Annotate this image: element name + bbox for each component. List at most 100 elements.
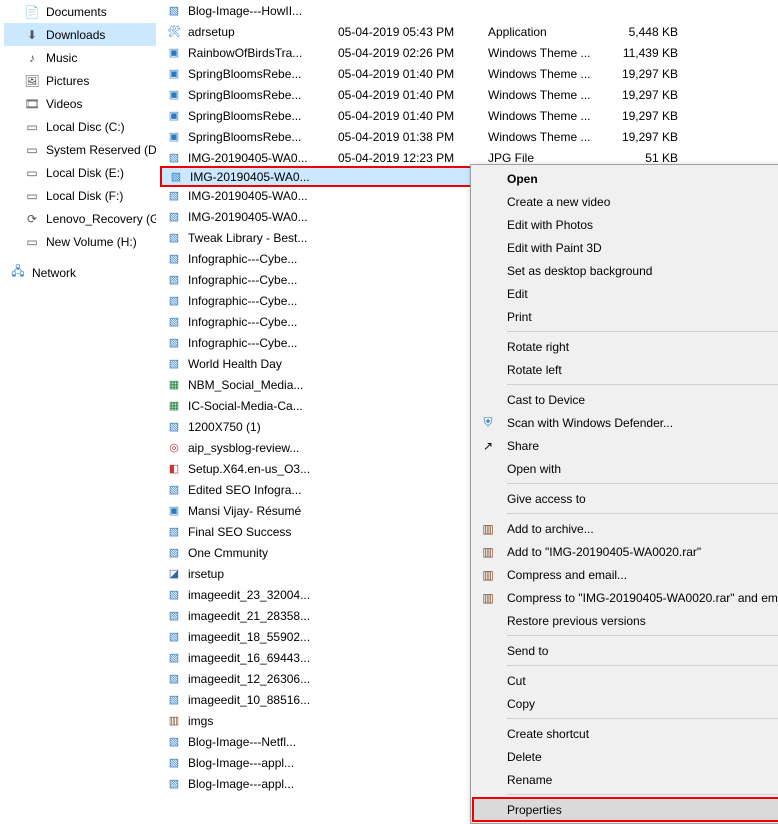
menu-item-compress-and-email-[interactable]: ▥Compress and email... [473,563,778,586]
menu-item-delete[interactable]: Delete [473,745,778,768]
file-icon: ▧ [166,188,182,204]
menu-label: Compress to "IMG-20190405-WA0020.rar" an… [507,591,778,605]
file-row[interactable]: ▣SpringBloomsRebe...05-04-2019 01:40 PMW… [160,63,778,84]
menu-label: Edit with Photos [507,218,593,232]
menu-label: Create a new video [507,195,610,209]
file-size: 19,297 KB [618,130,678,144]
drive-icon: ▭ [24,165,40,181]
file-name: SpringBloomsRebe... [188,109,338,123]
menu-label: Rotate right [507,340,569,354]
sidebar-label: System Reserved (D [46,143,156,157]
menu-item-edit-with-paint-3d[interactable]: Edit with Paint 3D [473,236,778,259]
menu-item-compress-to-img-20190405-wa002[interactable]: ▥Compress to "IMG-20190405-WA0020.rar" a… [473,586,778,609]
file-icon: ▧ [166,209,182,225]
file-name: Infographic---Cybe... [188,294,338,308]
menu-item-open[interactable]: Open [473,167,778,190]
menu-item-add-to-img-20190405-wa0020-rar[interactable]: ▥Add to "IMG-20190405-WA0020.rar" [473,540,778,563]
file-name: Tweak Library - Best... [188,231,338,245]
file-name: Edited SEO Infogra... [188,483,338,497]
menu-item-edit[interactable]: Edit [473,282,778,305]
menu-item-create-a-new-video[interactable]: Create a new video [473,190,778,213]
sidebar-item-videos[interactable]: 🎞Videos [4,92,156,115]
file-icon: ◎ [166,440,182,456]
menu-icon: ▥ [479,543,497,561]
menu-item-print[interactable]: Print [473,305,778,328]
sidebar-item-pictures[interactable]: 🖼 Pictures [4,69,156,92]
menu-icon: ↗ [479,437,497,455]
menu-label: Cut [507,674,526,688]
file-name: World Health Day [188,357,338,371]
menu-separator [507,635,778,636]
menu-item-send-to[interactable]: Send to▶ [473,639,778,662]
menu-item-give-access-to[interactable]: Give access to▶ [473,487,778,510]
file-icon: ▧ [166,150,182,166]
menu-separator [507,483,778,484]
menu-item-properties[interactable]: Properties [473,798,778,821]
file-row[interactable]: ▣SpringBloomsRebe...05-04-2019 01:40 PMW… [160,105,778,126]
drive-icon: 📄 [24,4,40,20]
menu-item-restore-previous-versions[interactable]: Restore previous versions [473,609,778,632]
drive-icon: ⟳ [24,211,40,227]
sidebar-label: Pictures [46,74,89,88]
file-name: SpringBloomsRebe... [188,67,338,81]
sidebar-item-network[interactable]: 🖧Network [4,261,156,284]
menu-label: Cast to Device [507,393,585,407]
sidebar-item-music[interactable]: ♪Music [4,46,156,69]
menu-item-rotate-right[interactable]: Rotate right [473,335,778,358]
file-icon: ▧ [166,314,182,330]
menu-separator [507,513,778,514]
menu-item-open-with[interactable]: Open with▶ [473,457,778,480]
menu-item-copy[interactable]: Copy [473,692,778,715]
file-icon: ▧ [166,230,182,246]
menu-label: Rename [507,773,552,787]
file-icon: ◪ [166,566,182,582]
sidebar-item-documents[interactable]: 📄Documents [4,0,156,23]
menu-item-create-shortcut[interactable]: Create shortcut [473,722,778,745]
menu-item-rename[interactable]: Rename [473,768,778,791]
sidebar-item-local-disc-c-[interactable]: ▭ Local Disc (C:) [4,115,156,138]
file-date: 05-04-2019 01:40 PM [338,67,488,81]
file-type: Windows Theme ... [488,46,618,60]
sidebar-item-system-reserved-d[interactable]: ▭ System Reserved (D [4,138,156,161]
menu-label: Scan with Windows Defender... [507,416,673,430]
file-icon: ▦ [166,398,182,414]
sidebar-item-local-disk-f-[interactable]: ▭Local Disk (F:) [4,184,156,207]
file-icon: ▧ [166,272,182,288]
file-row[interactable]: ▧Blog-Image---HowII... [160,0,778,21]
file-icon: ▧ [166,587,182,603]
menu-label: Add to archive... [507,522,594,536]
menu-item-cast-to-device[interactable]: Cast to Device▶ [473,388,778,411]
file-row[interactable]: 🛠adrsetup05-04-2019 05:43 PMApplication5… [160,21,778,42]
file-row[interactable]: ▣SpringBloomsRebe...05-04-2019 01:38 PMW… [160,126,778,147]
sidebar-label: Local Disc (C:) [46,120,125,134]
drive-icon: ▭ [24,142,40,158]
file-name: IMG-20190405-WA0... [188,151,338,165]
drive-icon: ▭ [24,119,40,135]
file-date: 05-04-2019 05:43 PM [338,25,488,39]
file-row[interactable]: ▣RainbowOfBirdsTra...05-04-2019 02:26 PM… [160,42,778,63]
drive-icon: 🖼 [24,73,40,89]
file-type: Windows Theme ... [488,88,618,102]
menu-label: Send to [507,644,548,658]
menu-item-share[interactable]: ↗Share [473,434,778,457]
sidebar-item-new-volume-h-[interactable]: ▭New Volume (H:) [4,230,156,253]
sidebar-item-local-disk-e-[interactable]: ▭ Local Disk (E:) [4,161,156,184]
menu-item-set-as-desktop-background[interactable]: Set as desktop background [473,259,778,282]
menu-separator [507,794,778,795]
file-name: imageedit_10_88516... [188,693,338,707]
menu-item-edit-with-photos[interactable]: Edit with Photos [473,213,778,236]
sidebar-item-lenovo-recovery-g[interactable]: ⟳Lenovo_Recovery (G [4,207,156,230]
file-row[interactable]: ▣SpringBloomsRebe...05-04-2019 01:40 PMW… [160,84,778,105]
file-icon: ▧ [166,335,182,351]
menu-item-rotate-left[interactable]: Rotate left [473,358,778,381]
menu-item-add-to-archive-[interactable]: ▥Add to archive... [473,517,778,540]
file-name: Infographic---Cybe... [188,273,338,287]
menu-item-scan-with-windows-defender-[interactable]: ⛨Scan with Windows Defender... [473,411,778,434]
drive-icon: ⬇ [24,27,40,43]
file-name: IMG-20190405-WA0... [188,189,338,203]
sidebar-label: Local Disk (E:) [46,166,124,180]
sidebar-item-downloads[interactable]: ⬇Downloads [4,23,156,46]
file-name: imageedit_21_28358... [188,609,338,623]
menu-label: Copy [507,697,535,711]
menu-item-cut[interactable]: Cut [473,669,778,692]
